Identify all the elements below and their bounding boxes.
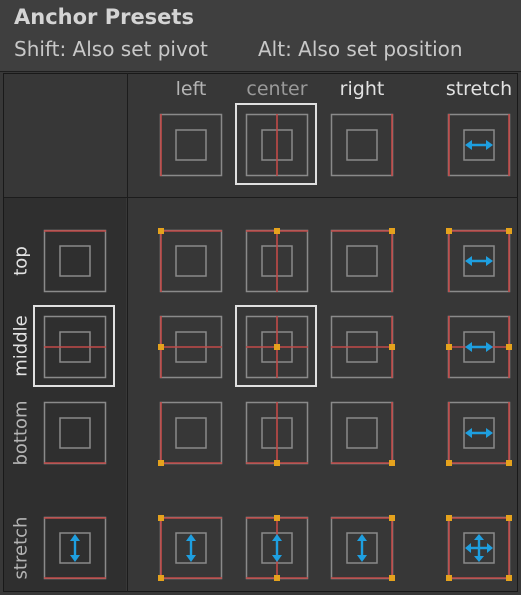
outer-frame: [330, 113, 394, 177]
pivot-dot-icon: [274, 515, 280, 521]
column-label-left: left: [175, 78, 207, 100]
pivot-dot-icon: [389, 344, 395, 350]
preset-stretch-left[interactable]: [158, 515, 223, 581]
arrow-up-down-icon: [357, 534, 367, 562]
column-label-right: right: [339, 78, 385, 100]
row-divider: [4, 197, 518, 198]
row-label-top: top: [10, 246, 32, 276]
preset-column-left[interactable]: [159, 113, 223, 177]
inner-rect: [59, 245, 91, 277]
column-label-center: center: [246, 78, 308, 100]
shift-hint: Shift: Also set pivot: [14, 37, 208, 61]
preset-row-middle[interactable]: [43, 315, 107, 379]
arrow-up-down-icon: [272, 534, 282, 562]
inner-rect: [346, 245, 378, 277]
pivot-dot-icon: [158, 515, 164, 521]
pivot-dot-icon: [506, 515, 512, 521]
arrow-left-right-icon: [465, 342, 493, 352]
inner-rect: [346, 129, 378, 161]
pivot-dot-icon: [506, 344, 512, 350]
inner-rect: [346, 417, 378, 449]
pivot-dot-icon: [158, 344, 164, 350]
outer-frame: [43, 229, 107, 293]
pivot-dot-icon: [446, 228, 452, 234]
preset-bottom-center[interactable]: [245, 401, 309, 466]
preset-top-right[interactable]: [330, 228, 395, 293]
inner-rect: [175, 417, 207, 449]
preset-bottom-left[interactable]: [158, 401, 223, 466]
pivot-dot-icon: [446, 460, 452, 466]
preset-stretch-stretch[interactable]: [446, 515, 512, 581]
preset-row-bottom[interactable]: [43, 401, 107, 465]
preset-bottom-right[interactable]: [330, 401, 395, 466]
row-label-bottom: bottom: [10, 400, 32, 466]
preset-column-stretch[interactable]: [447, 113, 511, 177]
arrow-up-down-icon: [186, 534, 196, 562]
preset-column-center[interactable]: [245, 113, 309, 177]
preset-middle-center[interactable]: [245, 315, 309, 379]
column-divider: [127, 73, 128, 592]
outer-frame: [43, 401, 107, 465]
alt-hint: Alt: Also set position: [258, 37, 463, 61]
pivot-dot-icon: [274, 228, 280, 234]
pivot-dot-icon: [158, 575, 164, 581]
pivot-dot-icon: [274, 460, 280, 466]
pivot-dot-icon: [506, 460, 512, 466]
arrows-cross-icon: [465, 534, 493, 562]
preset-top-stretch[interactable]: [446, 228, 512, 293]
arrow-left-right-icon: [465, 428, 493, 438]
pivot-dot-icon: [274, 575, 280, 581]
preset-top-left[interactable]: [158, 228, 223, 293]
preset-stretch-right[interactable]: [330, 515, 395, 581]
pivot-dot-icon: [506, 575, 512, 581]
pivot-dot-icon: [389, 575, 395, 581]
pivot-dot-icon: [446, 575, 452, 581]
preset-bottom-stretch[interactable]: [446, 401, 512, 466]
pivot-dot-icon: [389, 515, 395, 521]
outer-frame: [159, 401, 223, 465]
outer-frame: [159, 113, 223, 177]
arrow-left-right-icon: [465, 256, 493, 266]
outer-frame: [159, 229, 223, 293]
pivot-dot-icon: [506, 228, 512, 234]
row-label-middle: middle: [10, 315, 32, 377]
row-label-stretch: stretch: [10, 516, 32, 580]
preset-row-stretch[interactable]: [43, 516, 107, 580]
preset-stretch-center[interactable]: [245, 515, 309, 581]
pivot-dot-icon: [158, 228, 164, 234]
inner-rect: [175, 129, 207, 161]
pivot-dot-icon: [389, 228, 395, 234]
preset-middle-right[interactable]: [330, 315, 395, 379]
pivot-dot-icon: [446, 515, 452, 521]
panel-title: Anchor Presets: [14, 5, 194, 29]
column-label-stretch: stretch: [445, 78, 513, 100]
inner-rect: [175, 245, 207, 277]
pivot-dot-icon: [158, 460, 164, 466]
pivot-dot-icon: [274, 344, 280, 350]
preset-middle-left[interactable]: [158, 315, 223, 379]
outer-frame: [330, 229, 394, 293]
preset-column-right[interactable]: [330, 113, 394, 177]
pivot-dot-icon: [389, 460, 395, 466]
preset-middle-stretch[interactable]: [446, 315, 512, 379]
pivot-dot-icon: [446, 344, 452, 350]
header: Anchor Presets Shift: Also set pivot Alt…: [0, 0, 521, 72]
inner-rect: [59, 417, 91, 449]
arrow-left-right-icon: [465, 140, 493, 150]
preset-row-top[interactable]: [43, 229, 107, 293]
arrow-up-down-icon: [70, 534, 80, 562]
preset-top-center[interactable]: [245, 228, 309, 293]
outer-frame: [330, 401, 394, 465]
